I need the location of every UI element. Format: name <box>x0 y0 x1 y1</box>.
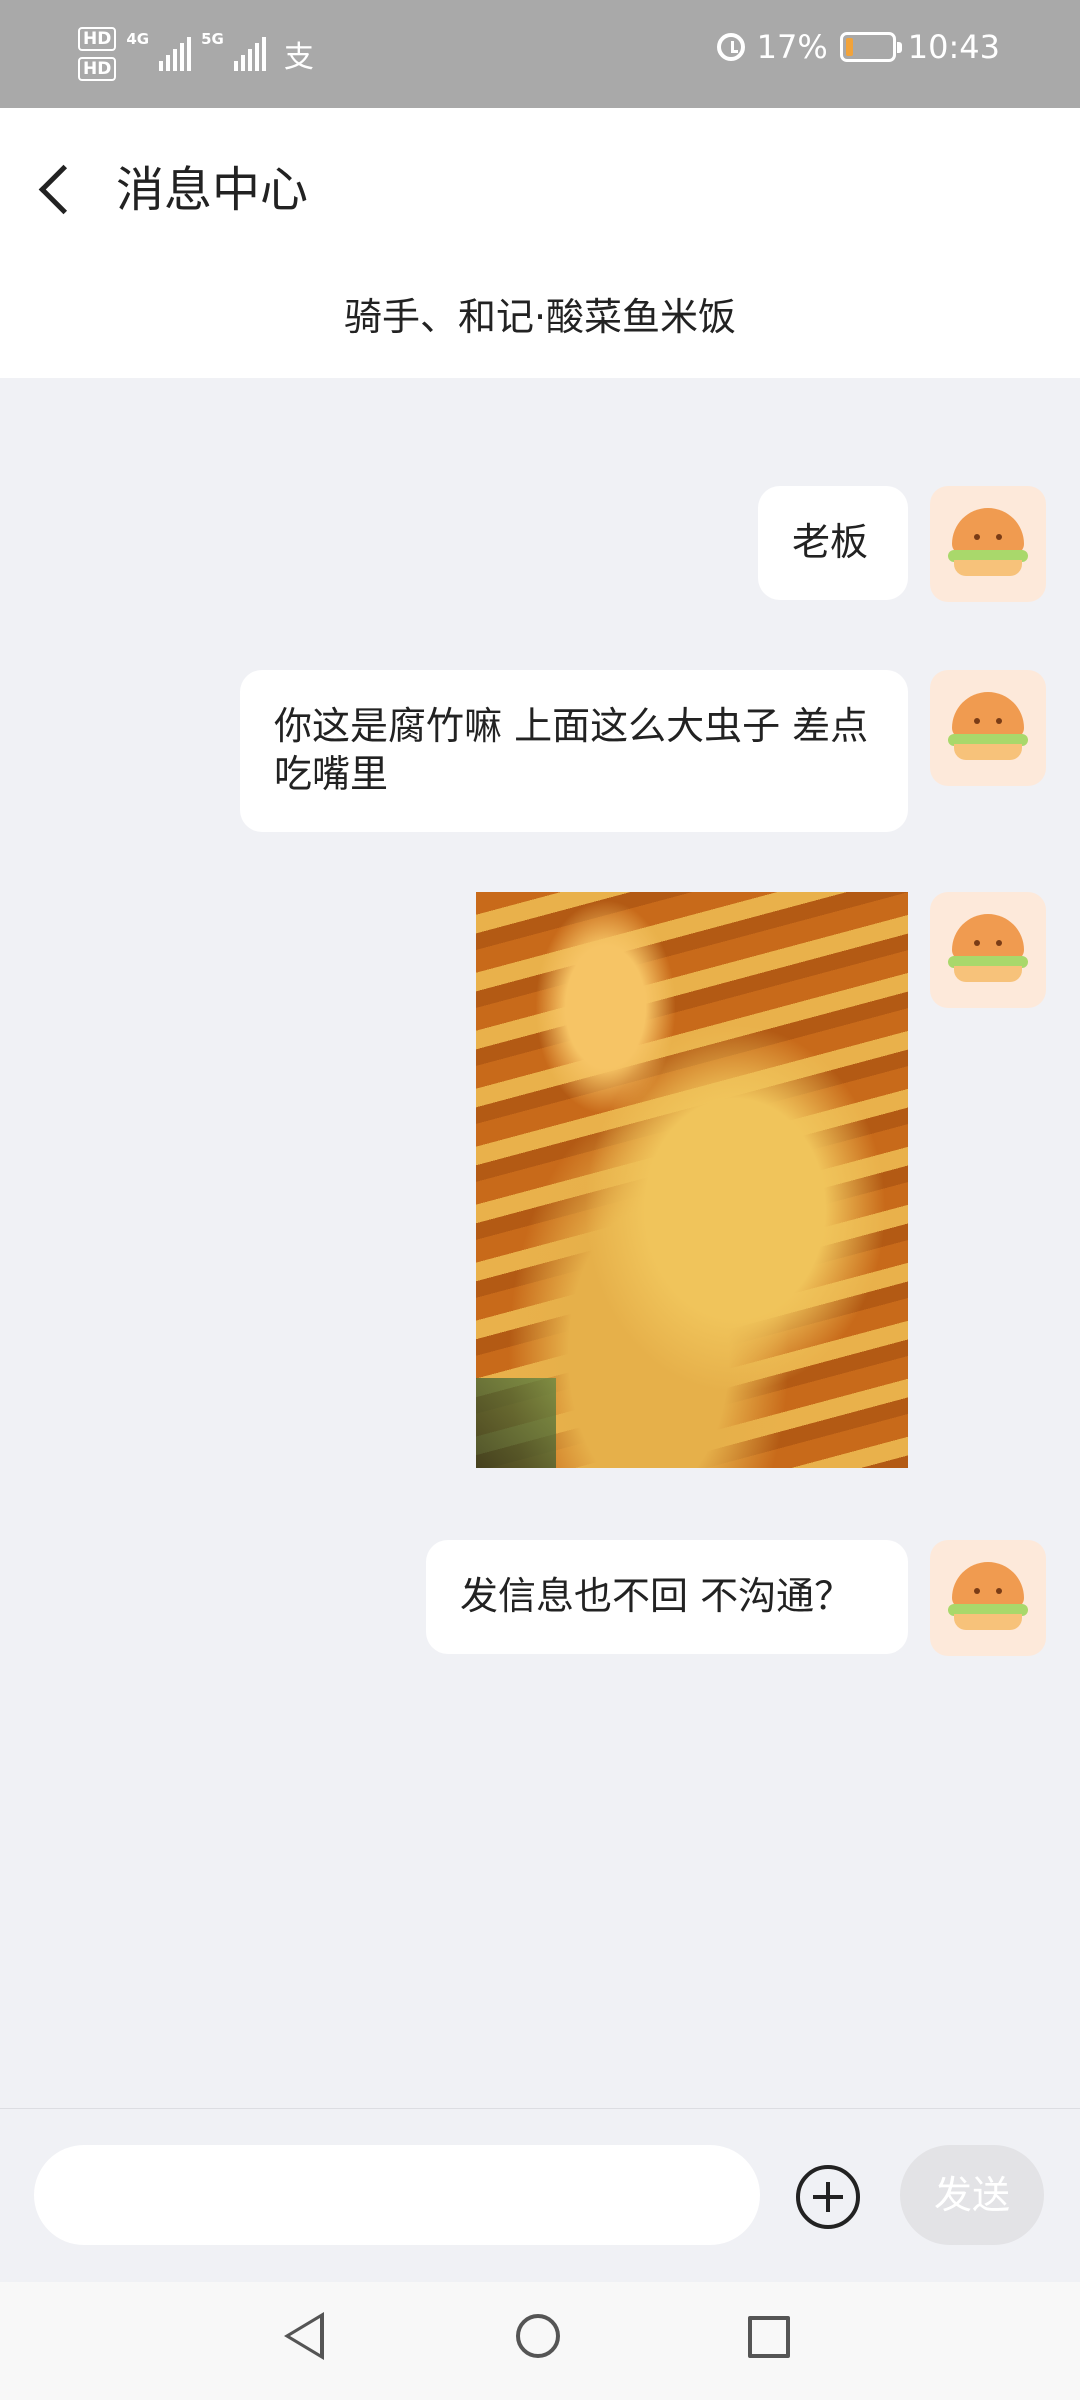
message-input[interactable] <box>34 2145 760 2245</box>
message-bubble[interactable]: 老板 <box>758 486 908 600</box>
add-attachment-button[interactable] <box>796 2165 860 2229</box>
battery-percent: 17% <box>756 28 828 66</box>
signal-bars-icon <box>159 37 192 71</box>
alarm-icon <box>716 33 745 61</box>
hd-indicator-2: HD <box>78 57 117 81</box>
user-avatar[interactable] <box>930 670 1046 786</box>
system-nav-bar <box>0 2282 1080 2400</box>
page-title: 消息中心 <box>116 162 309 218</box>
header: 消息中心 骑手、和记·酸菜鱼米饭 <box>0 108 1080 378</box>
network-5g-label: 5G <box>201 30 224 48</box>
message-text: 老板 <box>792 520 869 564</box>
send-button[interactable]: 发送 <box>900 2145 1044 2245</box>
message-image[interactable] <box>476 892 908 1468</box>
triangle-back-icon[interactable] <box>284 2312 324 2360</box>
message-bubble[interactable]: 发信息也不回 不沟通？ <box>426 1540 908 1654</box>
message-bubble[interactable]: 你这是腐竹嘛 上面这么大虫子 差点吃嘴里 <box>240 670 908 832</box>
battery-icon <box>839 32 902 62</box>
back-button[interactable] <box>30 148 90 228</box>
network-4g-label: 4G <box>126 30 150 48</box>
input-bar: 发送 <box>0 2108 1080 2283</box>
message-text: 发信息也不回 不沟通？ <box>460 1574 853 1618</box>
hd-indicator-1: HD <box>78 27 117 51</box>
user-avatar[interactable] <box>930 1540 1046 1656</box>
alipay-icon: 支 <box>283 40 314 75</box>
status-bar: HD HD 4G 5G 支 17% 10:43 <box>0 0 1080 108</box>
user-avatar[interactable] <box>930 892 1046 1008</box>
chat-subtitle: 骑手、和记·酸菜鱼米饭 <box>343 295 737 339</box>
square-recent-icon[interactable] <box>748 2316 790 2358</box>
message-text: 你这是腐竹嘛 上面这么大虫子 差点吃嘴里 <box>274 704 869 796</box>
user-avatar[interactable] <box>930 486 1046 602</box>
clock: 10:43 <box>907 28 1000 66</box>
status-left-icons: HD HD 4G 5G 支 <box>78 22 314 86</box>
status-right-icons: 17% 10:43 <box>716 28 1000 66</box>
circle-home-icon[interactable] <box>516 2314 560 2358</box>
battery-fill <box>845 38 853 56</box>
signal-bars-icon <box>233 37 266 71</box>
